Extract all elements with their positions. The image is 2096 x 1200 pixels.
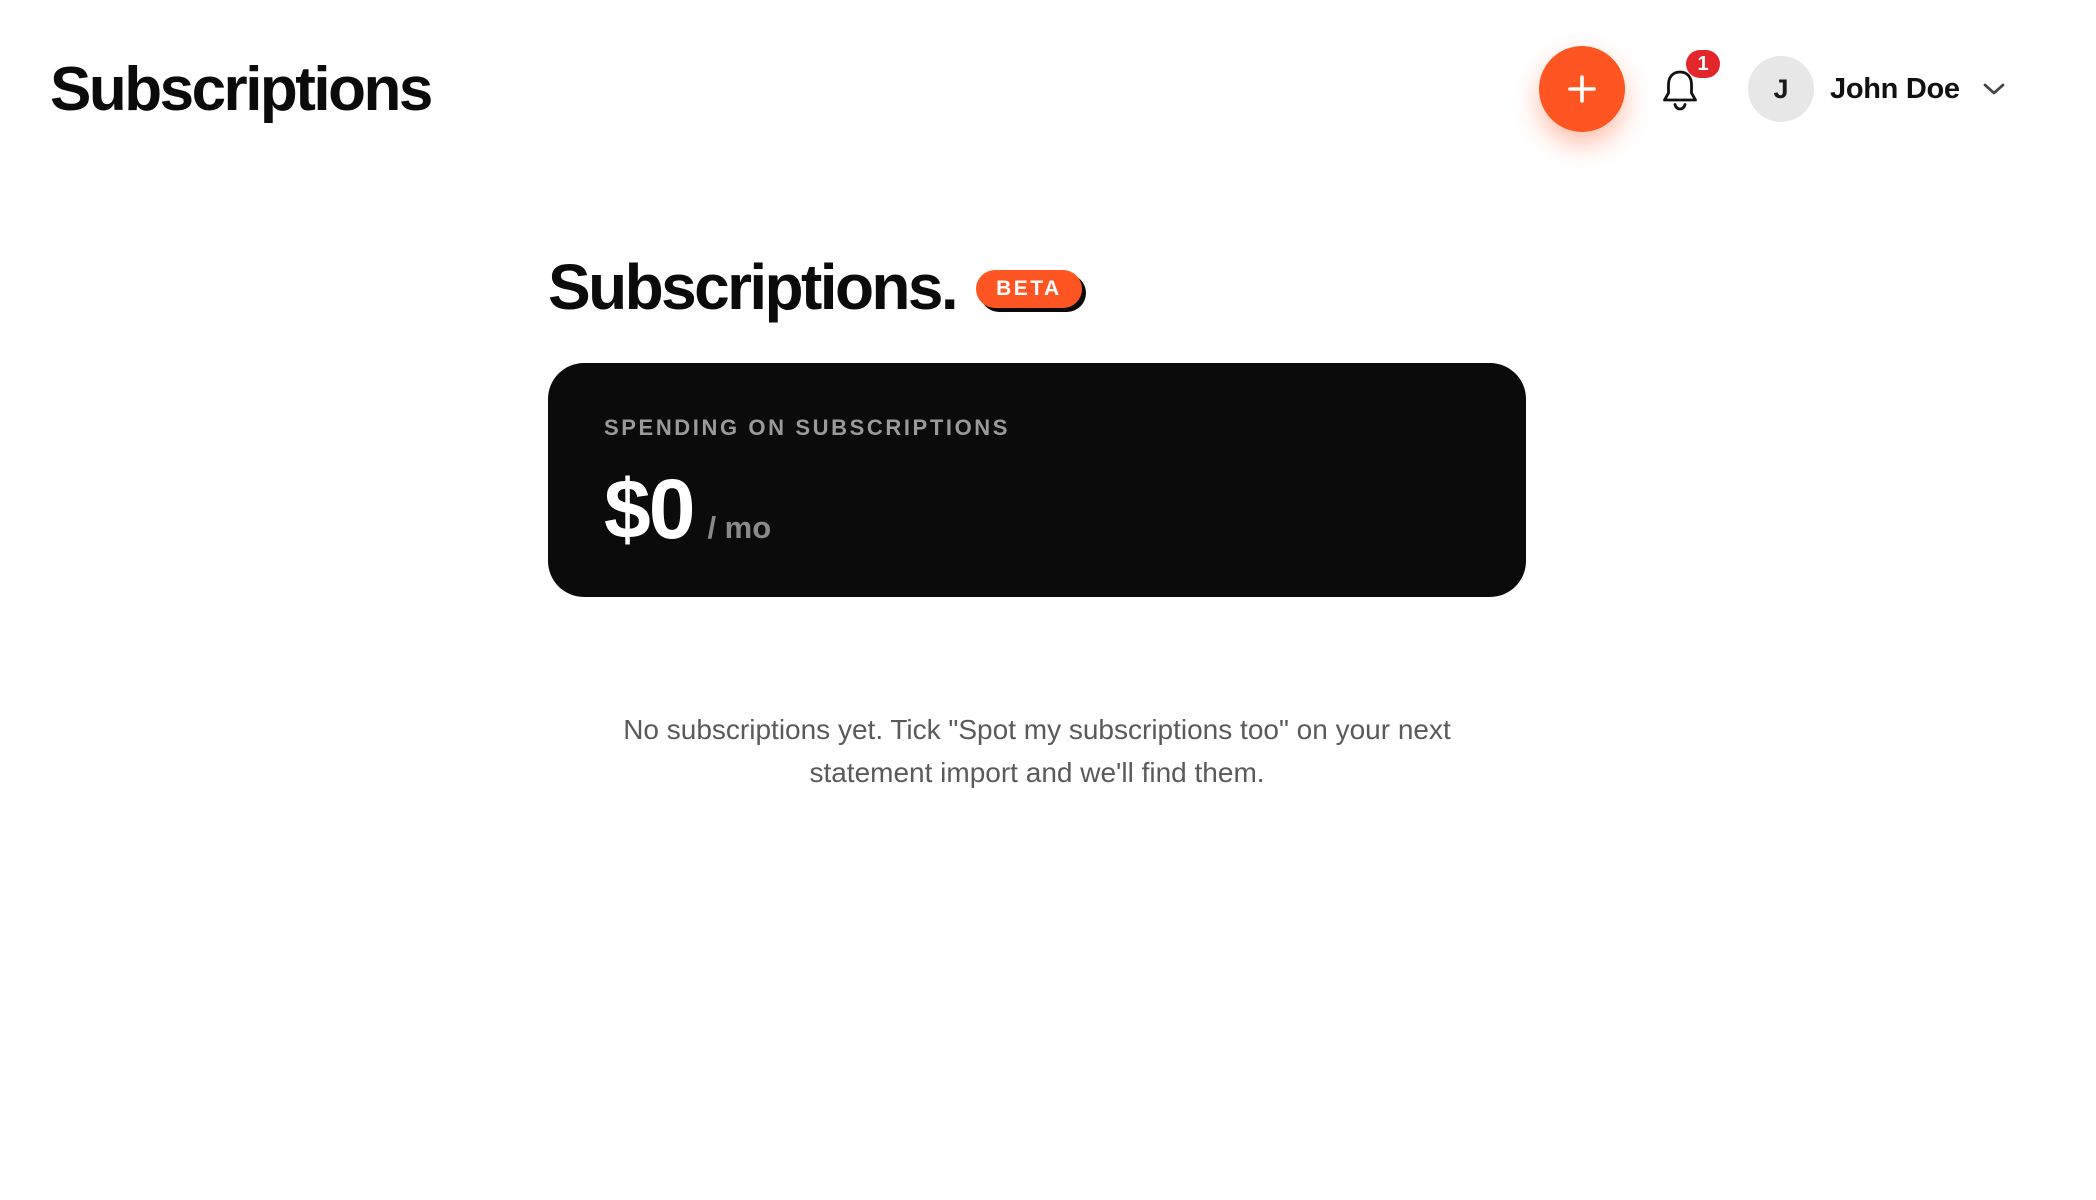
spending-period: / mo [707, 510, 772, 545]
avatar: J [1748, 56, 1814, 122]
chevron-down-icon [1982, 82, 2006, 96]
notification-count-badge: 1 [1686, 50, 1720, 78]
plus-icon [1568, 75, 1596, 103]
beta-badge: BETA [976, 270, 1082, 308]
spending-amount-row: $0 / mo [604, 459, 771, 559]
app-title: Subscriptions [50, 55, 433, 124]
spending-label: SPENDING ON SUBSCRIPTIONS [604, 415, 1011, 440]
avatar-initial: J [1773, 73, 1789, 104]
page-title: Subscriptions. [548, 251, 959, 323]
user-name: John Doe [1830, 72, 1960, 105]
empty-state-message: No subscriptions yet. Tick "Spot my subs… [623, 714, 1451, 788]
page-heading: Subscriptions. BETA [548, 248, 1082, 326]
spending-card: SPENDING ON SUBSCRIPTIONS $0 / mo [548, 363, 1526, 597]
app-header: Subscriptions 1 J John Doe [0, 0, 2096, 180]
user-menu[interactable]: J John Doe [1748, 56, 2006, 122]
add-button[interactable] [1539, 46, 1625, 132]
spending-amount: $0 [604, 462, 695, 556]
